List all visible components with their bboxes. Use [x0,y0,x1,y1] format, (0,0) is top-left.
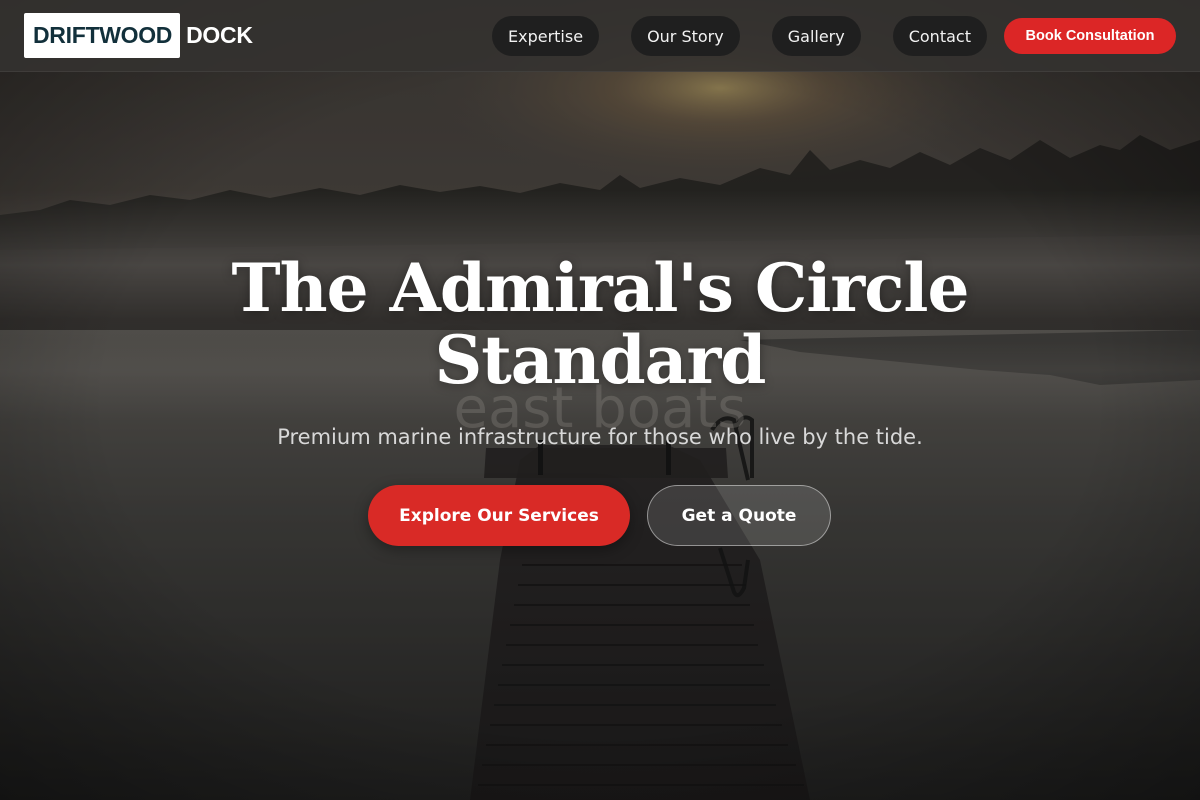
nav-link-our-story[interactable]: Our Story [631,16,740,56]
site-logo[interactable]: DRIFTWOOD DOCK [24,13,253,58]
get-quote-button[interactable]: Get a Quote [647,485,831,546]
hero-title-line-1: The Admiral's Circle [231,249,970,327]
landing-page: east boats DRIFTWOOD DOCK Expertise Our … [0,0,1200,800]
nav-link-expertise[interactable]: Expertise [492,16,600,56]
hero-subtitle: Premium marine infrastructure for those … [277,425,923,449]
nav-link-contact[interactable]: Contact [892,16,987,56]
main-nav: Expertise Our Story Gallery Contact [492,16,987,56]
top-navbar: DRIFTWOOD DOCK Expertise Our Story Galle… [0,0,1200,72]
book-consultation-button[interactable]: Book Consultation [1004,18,1176,54]
hero-background-image: east boats [0,0,1200,800]
logo-rest-text: DOCK [186,22,253,48]
hero-title-line-2: Standard [434,321,767,399]
explore-services-button[interactable]: Explore Our Services [368,485,630,546]
hero-title: The Admiral's Circle Standard [0,252,1200,396]
nav-link-gallery[interactable]: Gallery [771,16,861,56]
logo-boxed-text: DRIFTWOOD [24,13,181,58]
